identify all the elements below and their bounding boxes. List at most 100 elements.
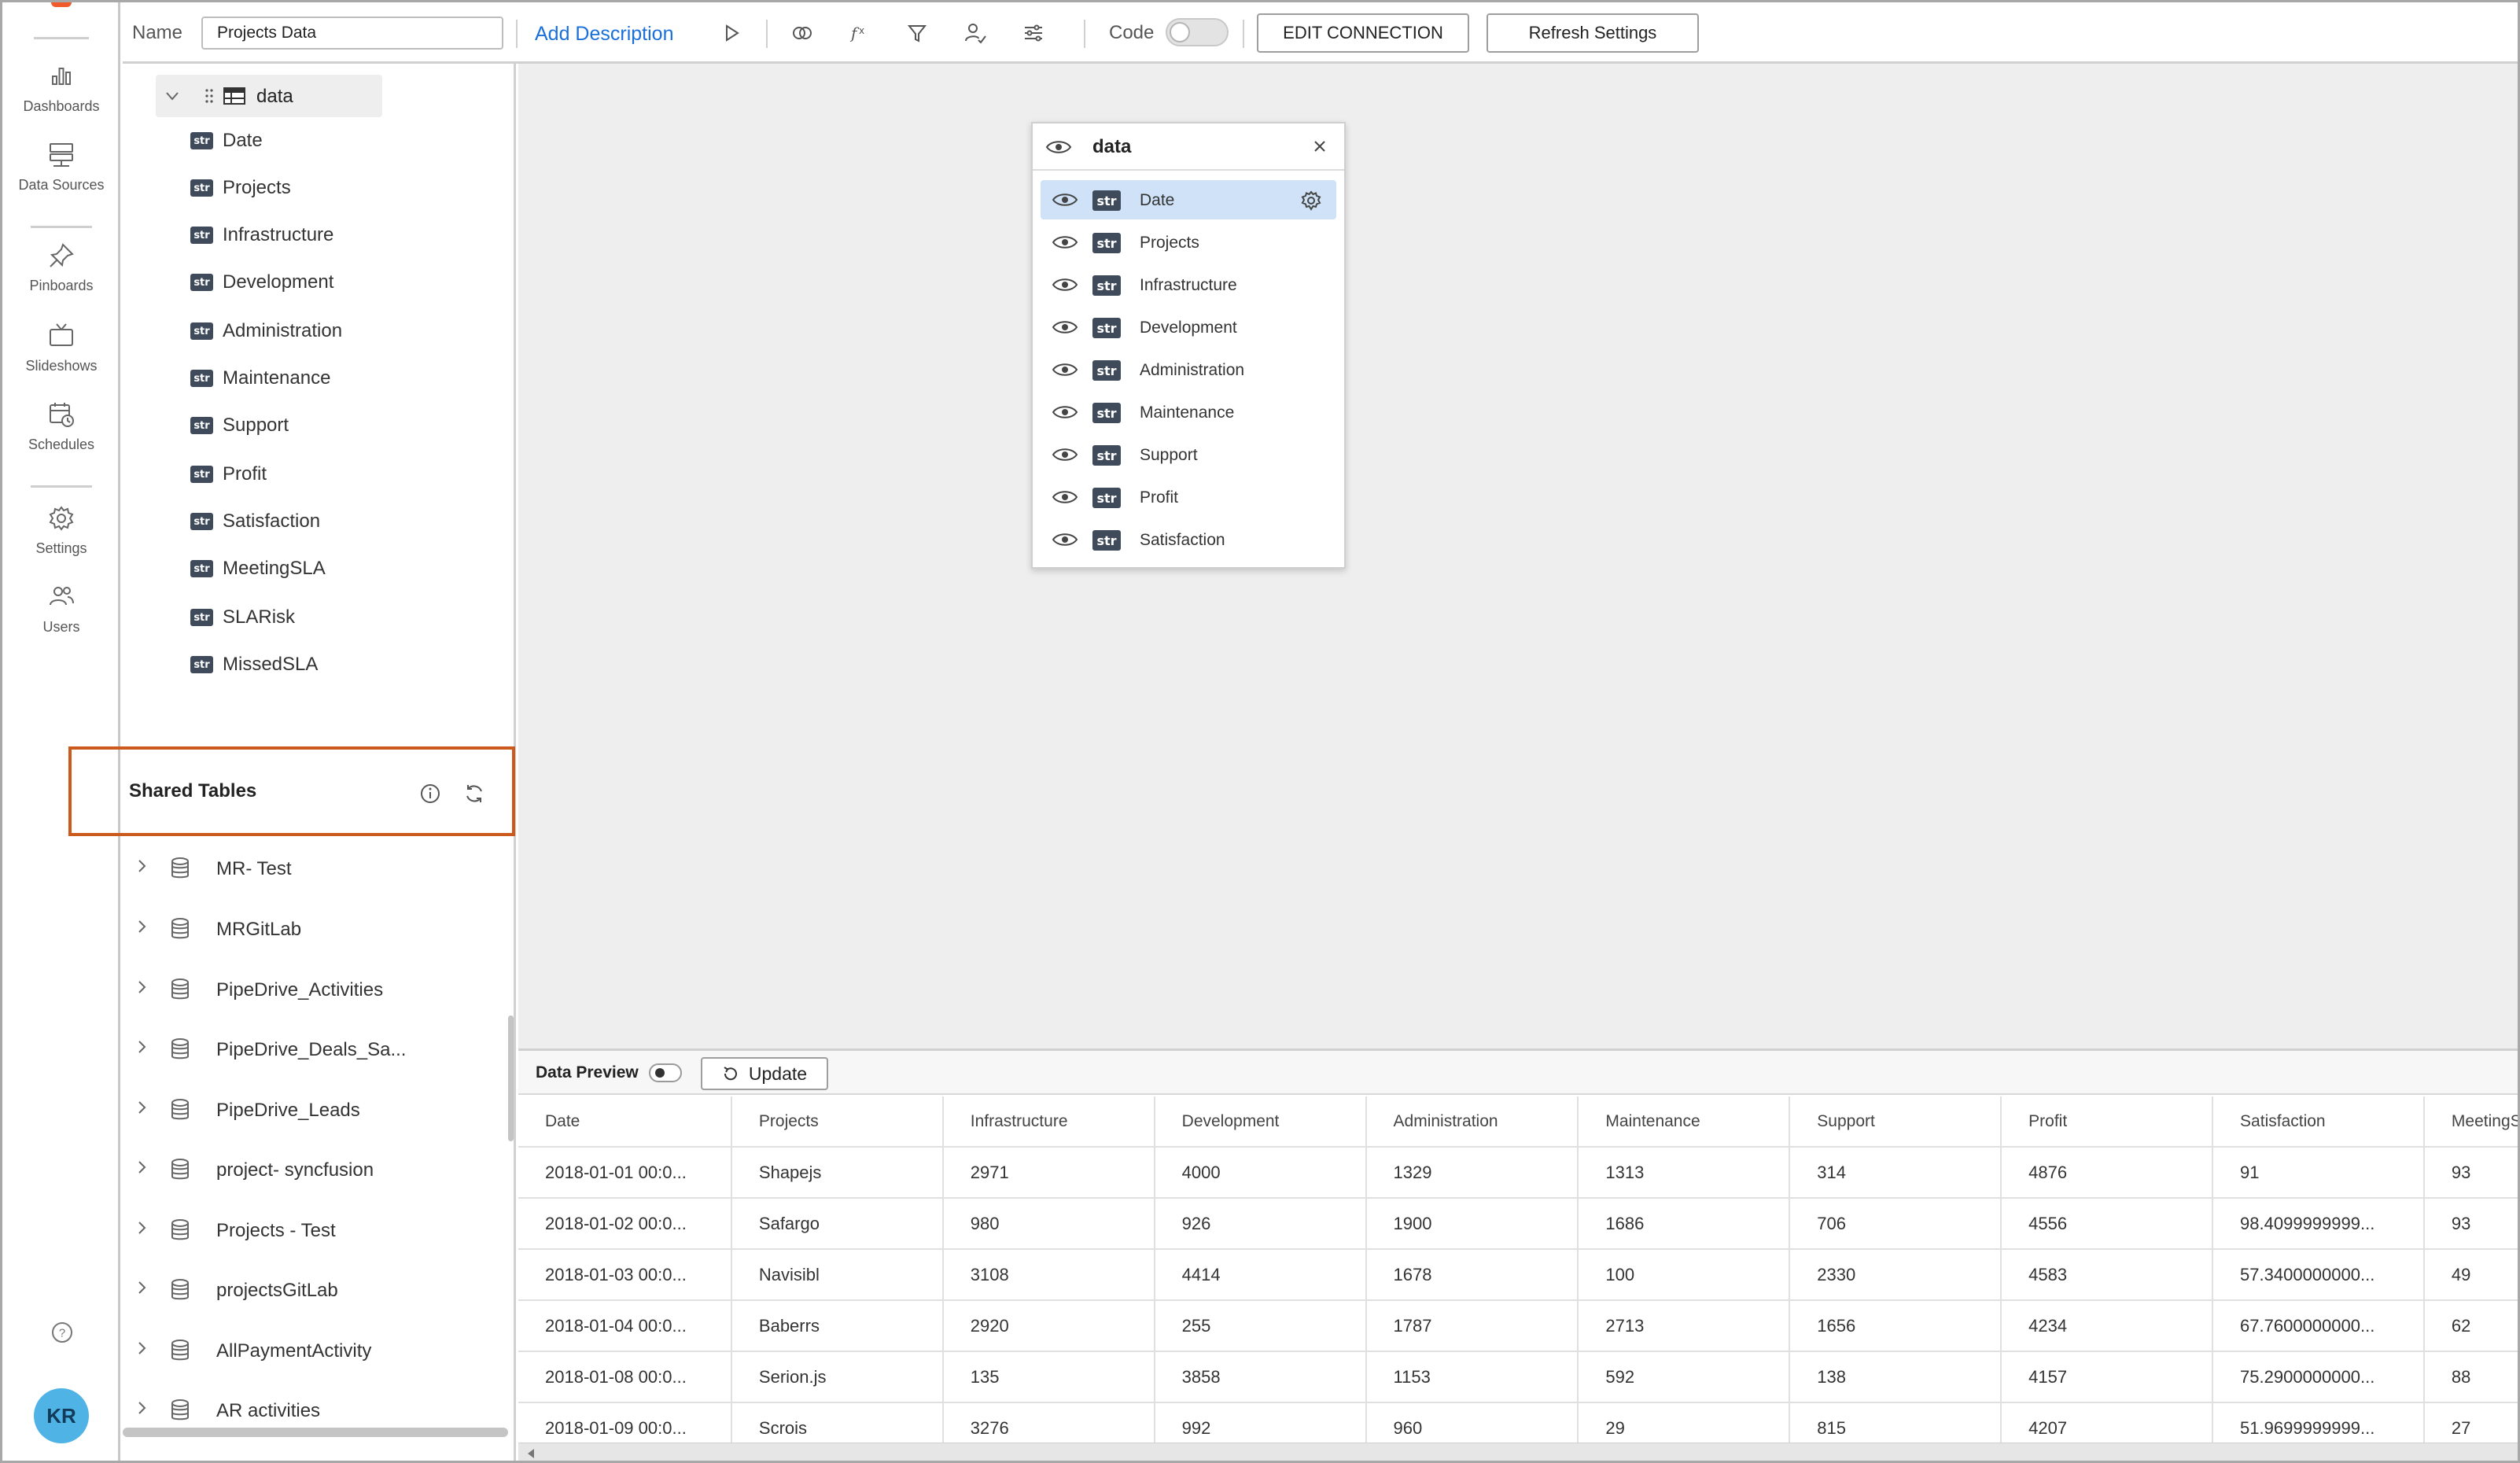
table-node-data[interactable]: data [156, 75, 382, 117]
shared-table-item[interactable]: Projects - Test [123, 1211, 514, 1258]
settings-sliders-icon[interactable] [1021, 20, 1046, 46]
refresh-settings-button[interactable]: Refresh Settings [1487, 13, 1699, 53]
column-header[interactable]: MeetingSLA [2424, 1096, 2520, 1147]
shared-table-item[interactable]: project- syncfusion [123, 1150, 514, 1197]
grid-horizontal-scrollbar[interactable] [518, 1443, 2520, 1463]
column-header[interactable]: Support [1789, 1096, 2001, 1147]
tree-vertical-scrollbar[interactable] [508, 1015, 514, 1141]
chevron-right-icon[interactable] [134, 1399, 149, 1417]
nav-slideshows[interactable]: Slideshows [2, 320, 120, 399]
card-field-satisfaction[interactable]: str Satisfaction [1041, 520, 1336, 559]
shared-table-item[interactable]: MRGitLab [123, 909, 514, 956]
type-badge: str [190, 609, 213, 626]
field-projects[interactable]: strProjects [190, 172, 291, 204]
eye-icon[interactable] [1052, 318, 1078, 337]
card-field-administration[interactable]: str Administration [1041, 350, 1336, 389]
field-administration[interactable]: strAdministration [190, 315, 342, 347]
nav-users[interactable]: Users [2, 581, 120, 660]
chevron-down-icon[interactable] [164, 87, 181, 105]
tree-horizontal-scrollbar[interactable] [123, 1428, 508, 1437]
refresh-icon[interactable] [462, 782, 486, 805]
field-slarisk[interactable]: strSLARisk [190, 602, 295, 633]
eye-icon[interactable] [1052, 488, 1078, 507]
eye-icon[interactable] [1052, 445, 1078, 464]
name-input[interactable] [201, 17, 503, 50]
card-field-support[interactable]: str Support [1041, 435, 1336, 474]
eye-icon[interactable] [1052, 275, 1078, 294]
update-button[interactable]: Update [701, 1057, 828, 1090]
help-icon[interactable]: ? [50, 1321, 74, 1344]
eye-icon[interactable] [1052, 190, 1078, 209]
user-avatar[interactable]: KR [34, 1388, 89, 1443]
user-filter-icon[interactable] [963, 20, 988, 46]
nav-schedules[interactable]: Schedules [2, 399, 120, 477]
chevron-right-icon[interactable] [134, 917, 149, 936]
eye-icon[interactable] [1052, 530, 1078, 549]
shared-table-item[interactable]: PipeDrive_Activities [123, 970, 514, 1017]
add-description-link[interactable]: Add Description [535, 23, 673, 46]
chevron-right-icon[interactable] [134, 857, 149, 875]
field-date[interactable]: strDate [190, 125, 263, 157]
shared-table-item[interactable]: AllPaymentActivity [123, 1331, 514, 1378]
table-cell: 1787 [1366, 1300, 1579, 1351]
code-toggle[interactable] [1166, 18, 1229, 46]
card-field-infrastructure[interactable]: str Infrastructure [1041, 265, 1336, 304]
eye-icon[interactable] [1052, 360, 1078, 379]
card-field-development[interactable]: str Development [1041, 308, 1336, 347]
chevron-right-icon[interactable] [134, 1218, 149, 1237]
chevron-right-icon[interactable] [134, 1037, 149, 1056]
card-field-projects[interactable]: str Projects [1041, 223, 1336, 262]
eye-icon[interactable] [1045, 138, 1072, 157]
field-meetingsla[interactable]: strMeetingSLA [190, 553, 326, 584]
shared-table-item[interactable]: MR- Test [123, 849, 514, 896]
nav-pinboards[interactable]: Pinboards [2, 240, 120, 319]
run-icon[interactable] [719, 20, 744, 46]
data-preview-toggle[interactable] [649, 1063, 682, 1082]
join-icon[interactable] [790, 20, 815, 46]
column-header[interactable]: Profit [2001, 1096, 2212, 1147]
column-header[interactable]: Date [518, 1096, 731, 1147]
drag-handle-icon[interactable] [204, 87, 214, 105]
column-header[interactable]: Infrastructure [943, 1096, 1155, 1147]
card-field-maintenance[interactable]: str Maintenance [1041, 392, 1336, 432]
chevron-right-icon[interactable] [134, 1278, 149, 1297]
column-header[interactable]: Projects [731, 1096, 943, 1147]
chevron-right-icon[interactable] [134, 978, 149, 997]
edit-connection-button[interactable]: EDIT CONNECTION [1257, 13, 1469, 53]
scroll-left-icon[interactable] [526, 1448, 536, 1459]
shared-table-item[interactable]: PipeDrive_Deals_Sa... [123, 1030, 514, 1077]
shared-table-item[interactable]: PipeDrive_Leads [123, 1090, 514, 1137]
column-header[interactable]: Administration [1366, 1096, 1579, 1147]
table-card-data[interactable]: data str Date str Projects str Infrastru… [1031, 122, 1346, 569]
info-icon[interactable] [418, 782, 442, 805]
gear-icon[interactable] [1300, 190, 1322, 212]
eye-icon[interactable] [1052, 233, 1078, 252]
field-missedsla[interactable]: strMissedSLA [190, 649, 318, 680]
nav-settings[interactable]: Settings [2, 503, 120, 581]
table-cell: 2018-01-03 00:0... [518, 1249, 731, 1300]
design-canvas[interactable]: data str Date str Projects str Infrastru… [518, 64, 2520, 1048]
filter-icon[interactable] [904, 20, 930, 46]
nav-dashboards[interactable]: Dashboards [2, 61, 120, 139]
chevron-right-icon[interactable] [134, 1158, 149, 1177]
field-satisfaction[interactable]: strSatisfaction [190, 506, 320, 537]
database-icon [170, 917, 190, 941]
shared-table-label: PipeDrive_Activities [216, 979, 383, 1001]
card-field-profit[interactable]: str Profit [1041, 477, 1336, 517]
formula-icon[interactable]: fx [846, 20, 871, 46]
chevron-right-icon[interactable] [134, 1098, 149, 1117]
column-header[interactable]: Development [1155, 1096, 1366, 1147]
field-infrastructure[interactable]: strInfrastructure [190, 219, 333, 251]
card-field-date[interactable]: str Date [1041, 180, 1336, 219]
field-development[interactable]: strDevelopment [190, 267, 333, 298]
field-maintenance[interactable]: strMaintenance [190, 363, 330, 394]
chevron-right-icon[interactable] [134, 1339, 149, 1358]
shared-table-item[interactable]: projectsGitLab [123, 1270, 514, 1317]
column-header[interactable]: Satisfaction [2212, 1096, 2424, 1147]
field-profit[interactable]: strProfit [190, 459, 267, 490]
eye-icon[interactable] [1052, 403, 1078, 422]
close-icon[interactable] [1310, 136, 1330, 157]
field-support[interactable]: strSupport [190, 410, 289, 441]
nav-data-sources[interactable]: Data Sources [2, 139, 120, 218]
column-header[interactable]: Maintenance [1578, 1096, 1789, 1147]
